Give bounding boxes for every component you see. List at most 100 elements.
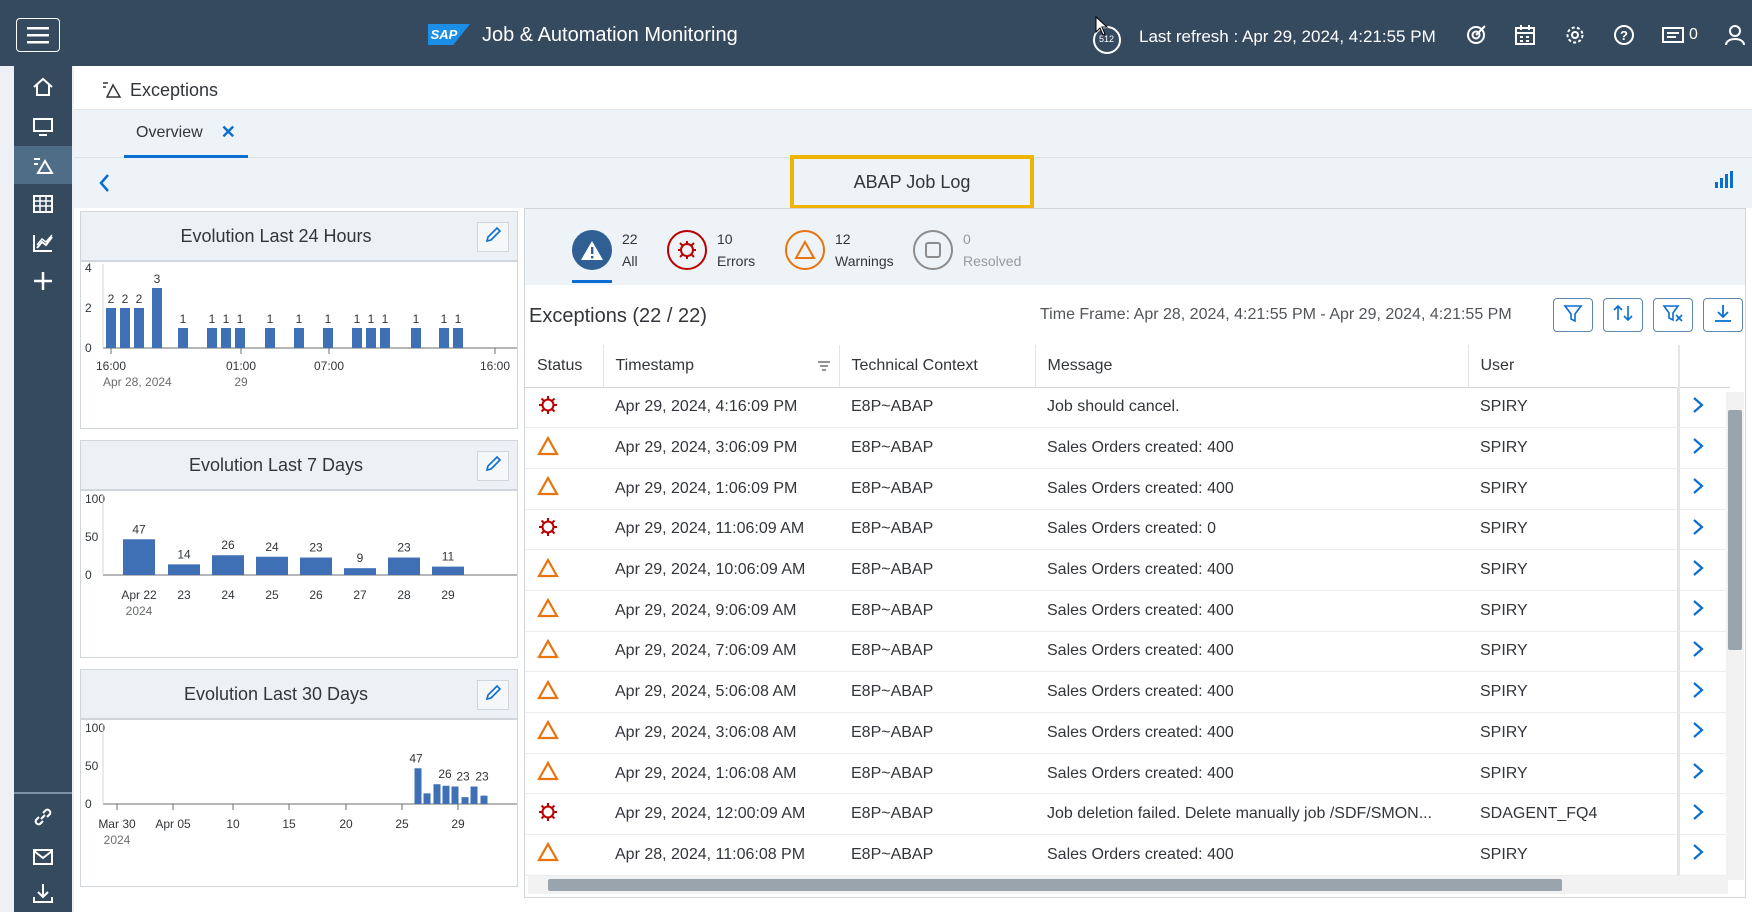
sort-button[interactable] [1603,298,1643,332]
cell-navigation[interactable] [1677,631,1730,673]
cell-navigation[interactable] [1677,509,1730,551]
cell-navigation[interactable] [1677,753,1730,795]
column-user[interactable]: User [1468,345,1679,388]
notifications-icon[interactable] [1660,23,1686,47]
selected-counter-indicator [572,280,612,283]
warning-icon [537,638,559,663]
edit-button[interactable] [477,222,509,252]
bar [221,328,231,348]
horizontal-scroll-thumb[interactable] [548,879,1562,891]
cell-status [525,468,603,510]
chart-view-icon[interactable] [1713,170,1735,195]
chevron-right-icon[interactable] [1691,478,1705,500]
counter-errors[interactable]: 10 Errors [667,228,755,272]
user-icon[interactable] [1722,23,1748,47]
vertical-scroll-thumb[interactable] [1728,410,1742,650]
edit-button[interactable] [477,451,509,481]
table-row[interactable]: Apr 29, 2024, 1:06:08 AM E8P~ABAP Sales Or… [525,753,1730,795]
table-row[interactable]: Apr 29, 2024, 11:06:09 AM E8P~ABAP Sales O… [525,509,1730,551]
mail-icon[interactable] [14,838,72,876]
cell-navigation[interactable] [1677,712,1730,754]
column-timestamp[interactable]: Timestamp [603,345,840,388]
export-button[interactable] [1703,298,1743,332]
chevron-right-icon[interactable] [1691,437,1705,460]
link-icon[interactable] [14,798,72,836]
chevron-right-icon[interactable] [1691,641,1705,663]
table-row[interactable]: Apr 29, 2024, 7:06:09 AM E8P~ABAP Sales Or… [525,631,1730,673]
data-label: 2 [136,292,143,306]
clear-filter-button[interactable] [1653,298,1693,332]
table-row[interactable]: Apr 29, 2024, 3:06:09 PM E8P~ABAP Sales Or… [525,427,1730,469]
table-row[interactable]: Apr 29, 2024, 12:00:09 AM E8P~ABAP Job del… [525,793,1730,836]
table-row[interactable]: Apr 29, 2024, 9:06:09 AM E8P~ABAP Sales Or… [525,590,1730,632]
chevron-right-icon[interactable] [1691,844,1705,866]
y-tick-label: 0 [85,797,92,811]
close-icon[interactable]: ✕ [221,122,236,143]
cell-context: E8P~ABAP [839,387,1035,429]
x-tick-label: 16:00 [480,359,510,373]
data-label: 1 [382,312,389,326]
cell-navigation[interactable] [1677,427,1730,469]
exceptions-icon[interactable] [14,146,72,184]
column-technical-context[interactable]: Technical Context [839,345,1036,388]
calendar-icon[interactable] [1512,23,1538,47]
cell-navigation[interactable] [1677,793,1730,836]
add-icon[interactable] [14,262,72,300]
download-icon[interactable] [14,874,72,912]
error-icon [537,802,559,827]
bar [168,564,200,575]
table-row[interactable]: Apr 29, 2024, 5:06:08 AM E8P~ABAP Sales Or… [525,671,1730,713]
back-icon[interactable] [94,170,116,196]
gear-icon[interactable] [1562,23,1588,47]
error-icon [537,517,559,542]
sort-indicator-icon [817,359,831,377]
table-row[interactable]: Apr 29, 2024, 3:06:08 AM E8P~ABAP Sales Or… [525,712,1730,754]
tab-overview[interactable]: Overview ✕ [124,110,248,158]
edit-button[interactable] [477,680,509,710]
monitor-icon[interactable] [14,108,72,146]
chart-24h: 0242 2 231 1 1 1 1 1 1 1 1 1 1 1 116:00 01:00 07:00 16:00… [85,262,517,389]
chevron-right-icon[interactable] [1691,519,1705,541]
table-row[interactable]: Apr 29, 2024, 1:06:09 PM E8P~ABAP Sales Or… [525,468,1730,510]
home-icon[interactable] [14,68,72,106]
chevron-right-icon[interactable] [1691,722,1705,744]
table-row[interactable]: Apr 28, 2024, 11:06:08 PM E8P~ABAP Sales O… [525,834,1730,876]
cell-navigation[interactable] [1677,834,1730,876]
counter-all[interactable]: 22 All [572,228,638,272]
table-row[interactable]: Apr 29, 2024, 4:16:09 PM E8P~ABAP Job shou… [525,387,1730,429]
chevron-right-icon[interactable] [1691,803,1705,826]
cell-message: Sales Orders created: 400 [1035,549,1468,591]
cell-navigation[interactable] [1677,590,1730,632]
bar [294,328,304,348]
analytics-icon[interactable] [14,224,72,262]
cell-navigation[interactable] [1677,387,1730,429]
column-status[interactable]: Status [525,345,604,388]
help-icon[interactable]: ? [1611,23,1637,47]
bar [470,786,478,804]
counter-resolved-count: 0 [963,231,971,247]
chevron-right-icon[interactable] [1691,681,1705,704]
cell-context: E8P~ABAP [839,590,1035,632]
chevron-right-icon[interactable] [1691,559,1705,582]
counter-resolved[interactable]: 0 Resolved [913,228,1021,272]
cell-navigation[interactable] [1677,468,1730,510]
menu-icon[interactable] [16,18,60,52]
y-tick-label: 2 [85,301,92,315]
x-tick-label: 29 [451,817,465,831]
chevron-right-icon[interactable] [1691,763,1705,785]
bar [461,797,469,804]
table-row[interactable]: Apr 29, 2024, 10:06:09 AM E8P~ABAP Sales O… [525,549,1730,591]
bar [433,784,441,804]
chevron-right-icon[interactable] [1691,600,1705,622]
exceptions-table: Status Timestamp Technical Context Messa… [525,345,1730,876]
counter-warnings[interactable]: 12 Warnings [785,228,894,272]
cell-message: Sales Orders created: 400 [1035,753,1468,795]
filter-button[interactable] [1553,298,1593,332]
target-icon[interactable] [1463,23,1489,47]
column-message[interactable]: Message [1035,345,1469,388]
chevron-right-icon[interactable] [1691,397,1705,419]
table-icon[interactable] [14,185,72,223]
svg-text:?: ? [1620,28,1628,43]
cell-navigation[interactable] [1677,671,1730,713]
cell-navigation[interactable] [1677,549,1730,591]
